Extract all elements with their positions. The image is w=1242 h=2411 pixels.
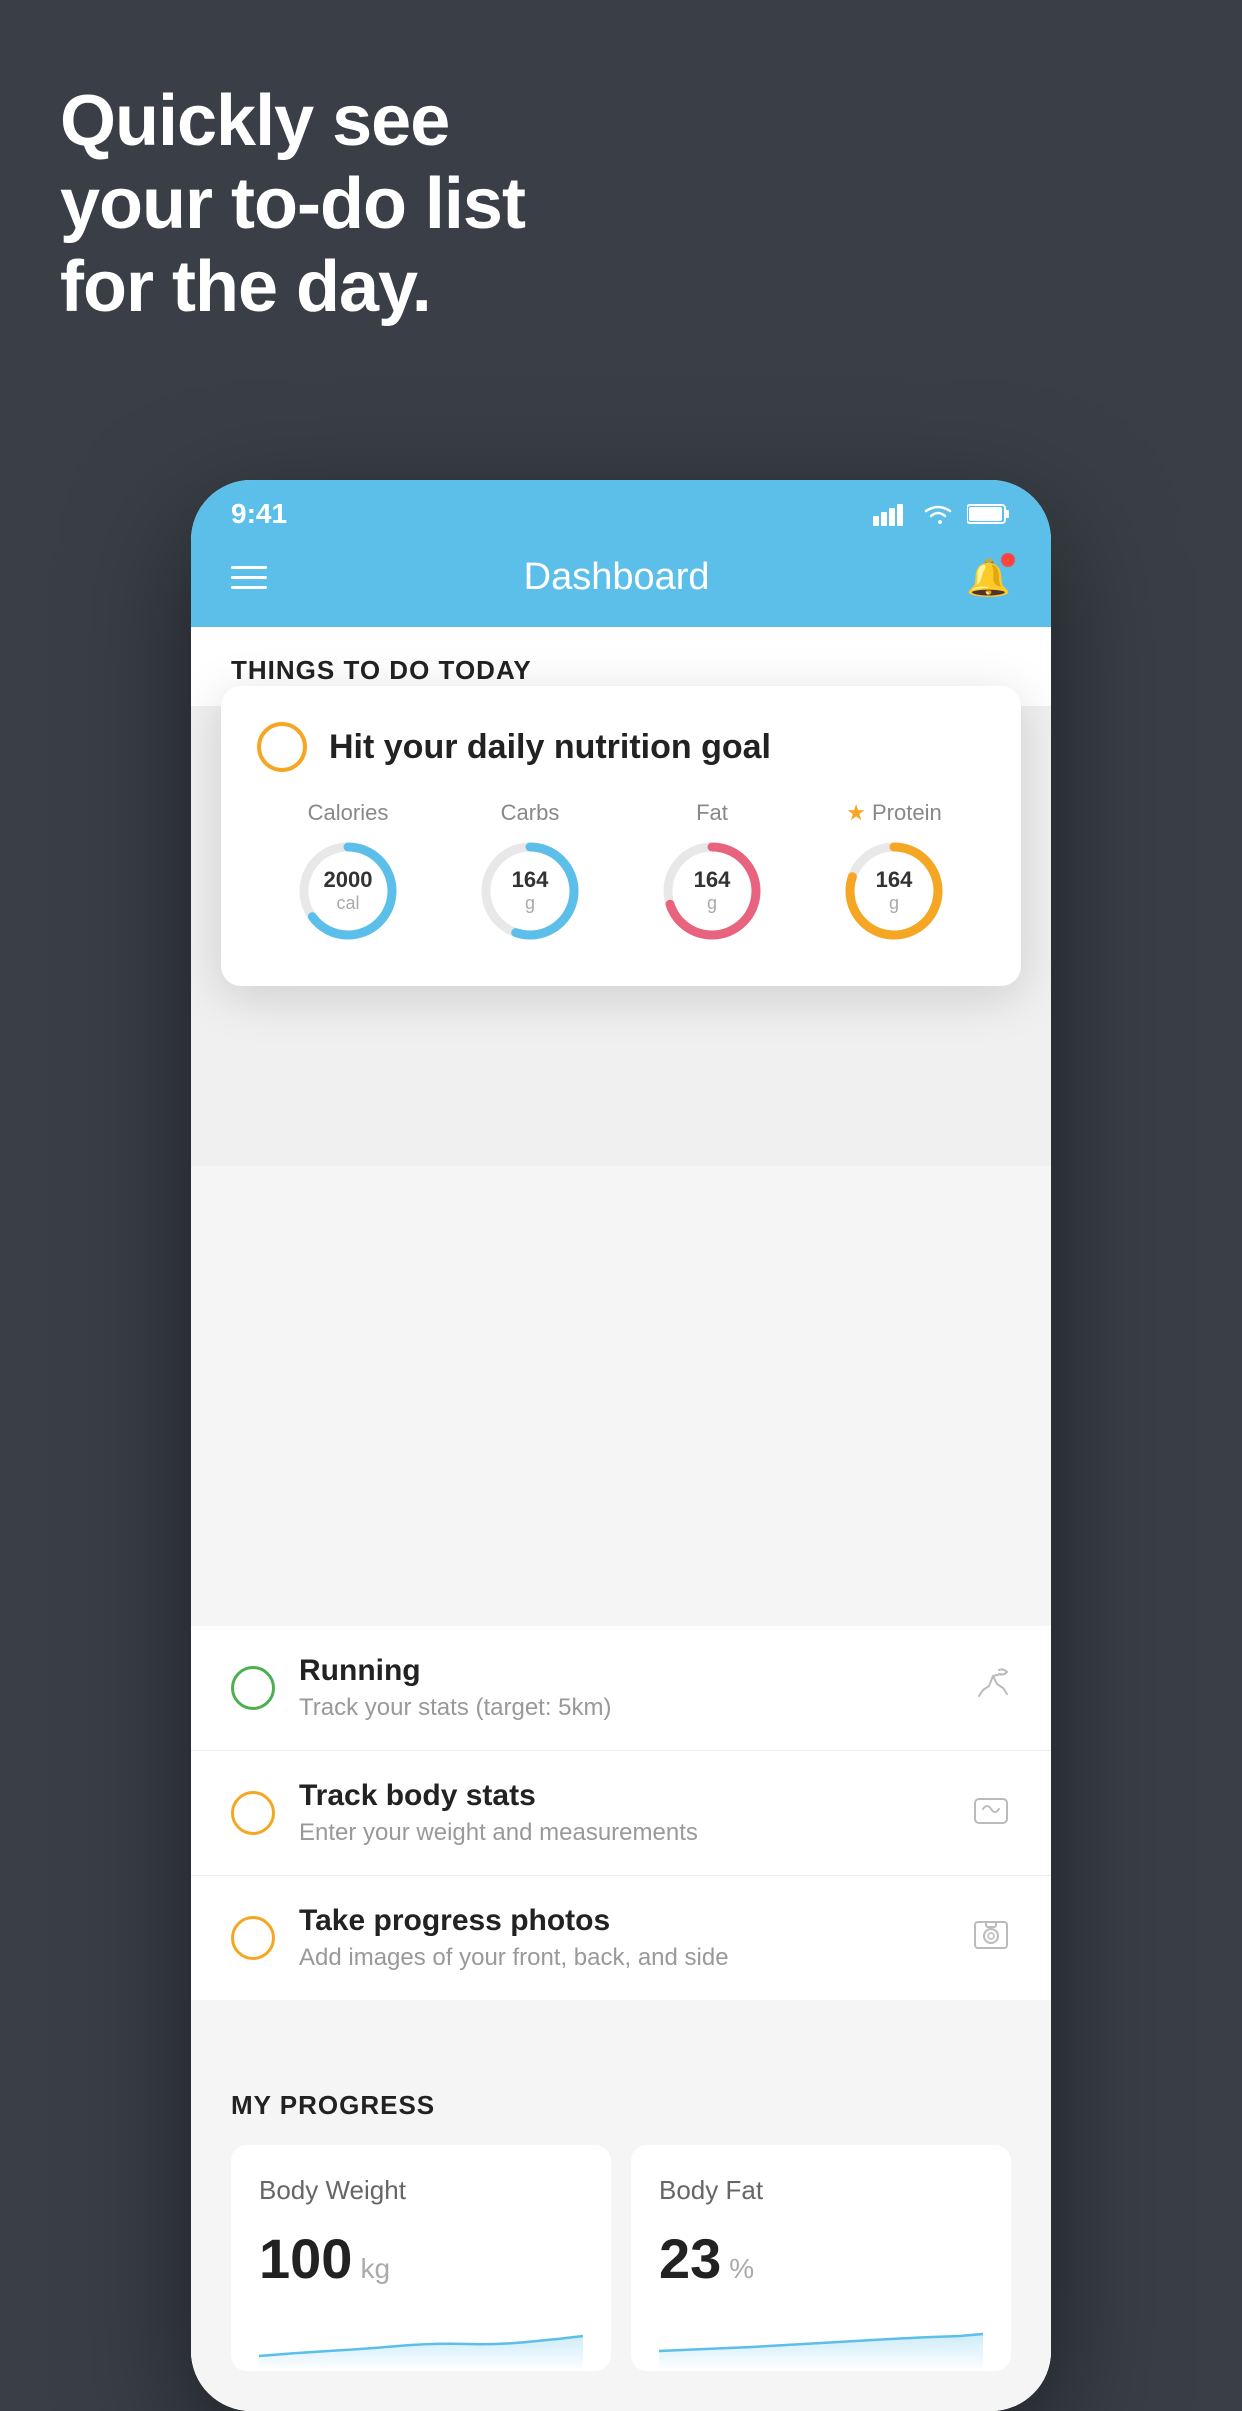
- bottom-padding: [191, 2371, 1051, 2411]
- wifi-icon: [921, 502, 955, 526]
- nutrition-card-container: Hit your daily nutrition goal Calories 2: [191, 706, 1051, 1166]
- check-circle[interactable]: [257, 722, 307, 772]
- progress-cards: Body Weight 100 kg: [231, 2145, 1011, 2371]
- calories-value: 2000 cal: [324, 867, 373, 915]
- todo-text-body-stats: Track body stats Enter your weight and m…: [299, 1779, 947, 1847]
- hero-text: Quickly see your to-do list for the day.: [60, 80, 525, 328]
- todo-item-photos[interactable]: Take progress photos Add images of your …: [191, 1876, 1051, 2000]
- phone-mockup: 9:41 D: [191, 480, 1051, 2411]
- todo-list: Running Track your stats (target: 5km) T…: [191, 1626, 1051, 2000]
- todo-subtitle-photos: Add images of your front, back, and side: [299, 1944, 947, 1972]
- hero-line3: for the day.: [60, 246, 525, 329]
- carbs-label: Carbs: [501, 800, 560, 826]
- nutrition-circles: Calories 2000 cal: [257, 800, 985, 946]
- todo-text-running: Running Track your stats (target: 5km): [299, 1654, 947, 1722]
- calories-donut: 2000 cal: [293, 836, 403, 946]
- todo-item-running[interactable]: Running Track your stats (target: 5km): [191, 1626, 1051, 1751]
- body-weight-chart: [259, 2311, 583, 2371]
- body-weight-title: Body Weight: [259, 2175, 583, 2206]
- signal-icon: [873, 502, 909, 526]
- nutrition-card: Hit your daily nutrition goal Calories 2: [221, 686, 1021, 986]
- fat-label: Fat: [696, 800, 728, 826]
- hero-line1: Quickly see: [60, 80, 525, 163]
- body-weight-number: 100: [259, 2226, 352, 2291]
- body-fat-title: Body Fat: [659, 2175, 983, 2206]
- todo-circle-running: [231, 1666, 275, 1710]
- battery-icon: [967, 502, 1011, 526]
- todo-circle-body-stats: [231, 1791, 275, 1835]
- todo-title-running: Running: [299, 1654, 947, 1688]
- status-time: 9:41: [231, 498, 287, 530]
- body-weight-value: 100 kg: [259, 2226, 583, 2291]
- card-title: Hit your daily nutrition goal: [329, 728, 771, 767]
- nutrition-calories[interactable]: Calories 2000 cal: [293, 800, 403, 946]
- progress-label: MY PROGRESS: [231, 2090, 1011, 2121]
- hamburger-menu[interactable]: [231, 566, 267, 589]
- nav-title: Dashboard: [524, 556, 710, 599]
- protein-value: 164 g: [876, 867, 913, 915]
- todo-text-photos: Take progress photos Add images of your …: [299, 1904, 947, 1972]
- protein-label: Protein: [872, 800, 942, 826]
- todo-circle-photos: [231, 1916, 275, 1960]
- nav-bar: Dashboard 🔔: [191, 538, 1051, 627]
- body-fat-number: 23: [659, 2226, 721, 2291]
- fat-value: 164 g: [694, 867, 731, 915]
- progress-section: MY PROGRESS Body Weight 100 kg: [191, 2050, 1051, 2371]
- todo-title-photos: Take progress photos: [299, 1904, 947, 1938]
- todo-item-body-stats[interactable]: Track body stats Enter your weight and m…: [191, 1751, 1051, 1876]
- body-fat-unit: %: [729, 2253, 754, 2285]
- status-bar: 9:41: [191, 480, 1051, 538]
- scale-icon: [971, 1789, 1011, 1837]
- body-fat-card[interactable]: Body Fat 23 %: [631, 2145, 1011, 2371]
- body-fat-value: 23 %: [659, 2226, 983, 2291]
- protein-label-wrapper: ★ Protein: [846, 800, 941, 826]
- protein-donut: 164 g: [839, 836, 949, 946]
- notification-bell[interactable]: 🔔: [966, 557, 1011, 599]
- calories-label: Calories: [308, 800, 389, 826]
- running-icon: [971, 1666, 1011, 1710]
- nutrition-protein[interactable]: ★ Protein 164 g: [839, 800, 949, 946]
- nutrition-fat[interactable]: Fat 164 g: [657, 800, 767, 946]
- fat-donut: 164 g: [657, 836, 767, 946]
- card-header: Hit your daily nutrition goal: [257, 722, 985, 772]
- todo-subtitle-running: Track your stats (target: 5km): [299, 1694, 947, 1722]
- todo-title-body-stats: Track body stats: [299, 1779, 947, 1813]
- hero-line2: your to-do list: [60, 163, 525, 246]
- spacer: [191, 2000, 1051, 2050]
- content-area: THINGS TO DO TODAY Hit your daily nutrit…: [191, 627, 1051, 2411]
- body-weight-unit: kg: [360, 2253, 390, 2285]
- todo-subtitle-body-stats: Enter your weight and measurements: [299, 1819, 947, 1847]
- things-label: THINGS TO DO TODAY: [231, 655, 532, 685]
- body-weight-card[interactable]: Body Weight 100 kg: [231, 2145, 611, 2371]
- photo-icon: [971, 1914, 1011, 1962]
- nutrition-carbs[interactable]: Carbs 164 g: [475, 800, 585, 946]
- body-fat-chart: [659, 2311, 983, 2371]
- notification-dot: [1001, 553, 1015, 567]
- star-icon: ★: [846, 800, 866, 826]
- carbs-value: 164 g: [512, 867, 549, 915]
- carbs-donut: 164 g: [475, 836, 585, 946]
- status-icons: [873, 502, 1011, 526]
